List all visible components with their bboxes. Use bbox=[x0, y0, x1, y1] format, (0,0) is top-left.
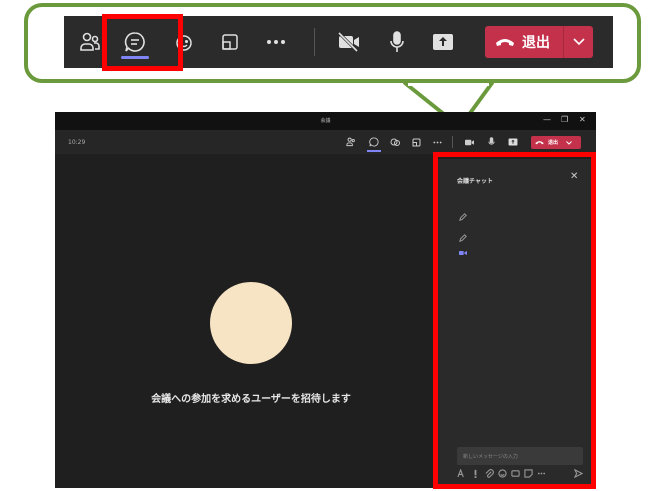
chat-button-highlight bbox=[102, 14, 183, 71]
camera-off-icon bbox=[464, 139, 474, 145]
avatar bbox=[210, 282, 292, 364]
hang-up-icon bbox=[496, 39, 514, 46]
reactions-button-small[interactable] bbox=[389, 136, 401, 148]
close-window-button[interactable]: ✕ bbox=[579, 115, 586, 125]
share-screen-button-small[interactable] bbox=[507, 136, 519, 148]
view-button-small[interactable] bbox=[410, 136, 422, 148]
share-screen-icon bbox=[508, 138, 518, 146]
chat-active-indicator-small bbox=[367, 150, 381, 152]
more-button-small[interactable] bbox=[431, 136, 443, 148]
title-bar: 会議 — ❐ ✕ bbox=[55, 112, 596, 130]
camera-button-small[interactable] bbox=[463, 136, 475, 148]
leave-label: 退出 bbox=[522, 35, 550, 51]
more-button[interactable] bbox=[262, 16, 290, 68]
more-icon bbox=[432, 141, 442, 143]
leave-button-small[interactable]: 退出 bbox=[531, 136, 581, 149]
share-screen-button[interactable] bbox=[428, 16, 458, 68]
chevron-down-icon bbox=[566, 140, 572, 145]
microphone-button-small[interactable] bbox=[485, 136, 497, 148]
maximize-button[interactable]: ❐ bbox=[561, 115, 568, 125]
toolbar-divider bbox=[314, 28, 315, 56]
share-tray-icon bbox=[412, 138, 420, 146]
leave-options-button[interactable] bbox=[564, 26, 593, 58]
hang-up-icon bbox=[535, 141, 544, 145]
meeting-stage: 会議への参加を求めるユーザーを招待します bbox=[55, 154, 435, 488]
chat-button-small[interactable] bbox=[368, 136, 380, 148]
page: 退出 会議 — ❐ ✕ 10:29 退出 会議への参加を求めるユーザーを招待しま… bbox=[0, 0, 656, 491]
more-icon bbox=[267, 40, 285, 44]
chevron-down-icon bbox=[572, 38, 585, 46]
camera-off-icon bbox=[337, 32, 359, 52]
reactions-icon bbox=[390, 138, 400, 146]
microphone-icon bbox=[390, 31, 404, 52]
share-tray-icon bbox=[222, 34, 238, 50]
people-button-small[interactable] bbox=[345, 136, 357, 148]
share-screen-icon bbox=[433, 34, 453, 50]
people-icon bbox=[346, 137, 355, 147]
meeting-time: 10:29 bbox=[68, 139, 86, 146]
chat-icon bbox=[369, 137, 379, 147]
leave-main[interactable]: 退出 bbox=[485, 26, 563, 58]
window-title: 会議 bbox=[320, 118, 331, 124]
minimize-button[interactable]: — bbox=[543, 115, 551, 125]
toolbar-divider-small bbox=[452, 136, 453, 148]
camera-button[interactable] bbox=[334, 16, 364, 68]
view-button[interactable] bbox=[216, 16, 244, 68]
chat-panel-highlight bbox=[433, 152, 596, 489]
microphone-icon bbox=[487, 137, 495, 145]
meeting-toolbar: 10:29 退出 bbox=[55, 130, 596, 154]
invite-prompt: 会議への参加を求めるユーザーを招待します bbox=[151, 394, 351, 405]
leave-label-small: 退出 bbox=[548, 140, 559, 146]
people-icon bbox=[80, 32, 100, 51]
leave-button[interactable]: 退出 bbox=[485, 26, 593, 58]
microphone-button[interactable] bbox=[384, 16, 410, 68]
